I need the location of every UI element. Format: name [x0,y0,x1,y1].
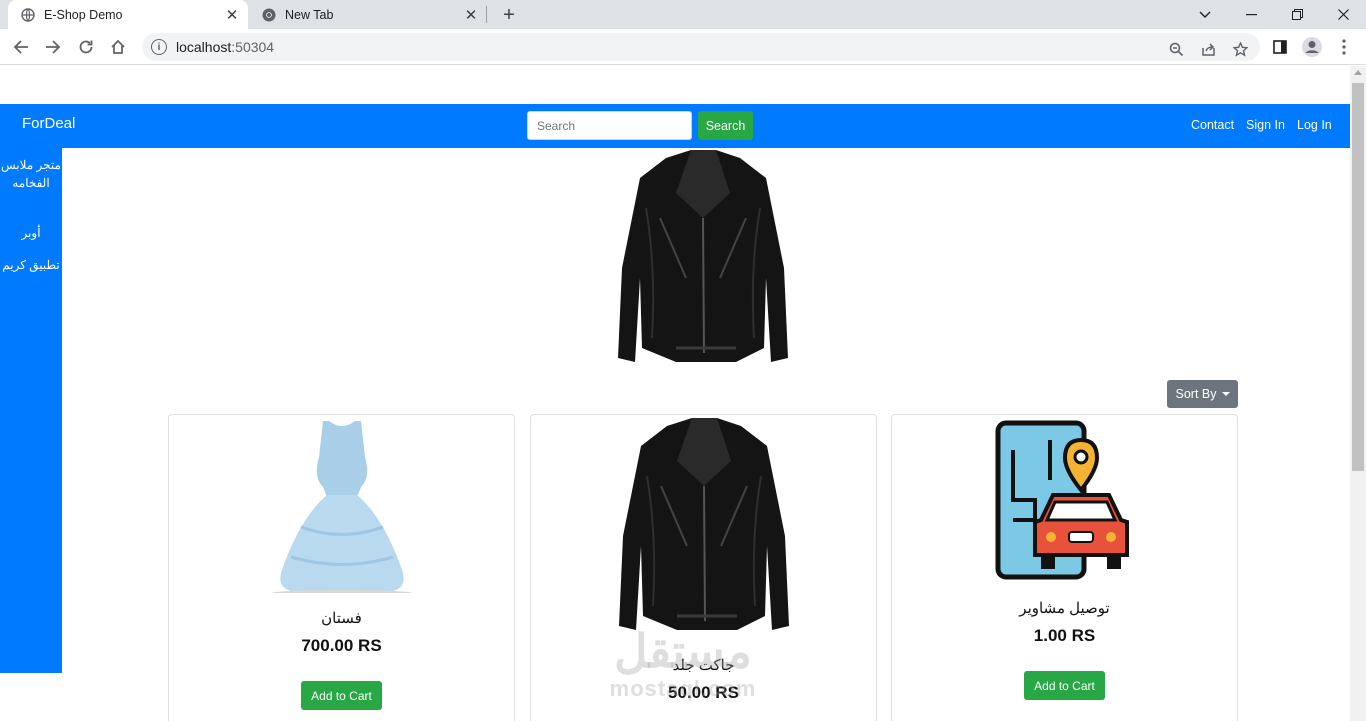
bookmark-star-icon[interactable] [1231,40,1249,58]
tab-new-tab[interactable]: New Tab ✕ [249,0,487,29]
product-card: جاكت جلد 50.00 RS [530,414,877,721]
sort-by-label: Sort By [1175,387,1217,401]
caret-down-icon [1221,392,1230,396]
search-button[interactable]: Search [698,111,753,140]
nav-link-log-in[interactable]: Log In [1297,118,1332,132]
product-image-delivery-app[interactable] [995,420,1135,580]
close-tab-icon[interactable]: ✕ [461,5,481,25]
scroll-up-arrow-icon[interactable] [1354,70,1362,75]
product-image-leather-jacket[interactable] [617,416,791,640]
restore-icon[interactable] [1274,0,1320,29]
tab-title: E-Shop Demo [44,7,123,22]
zoom-icon[interactable] [1167,40,1185,58]
page-scrollbar[interactable] [1350,66,1366,721]
nav-link-contact[interactable]: Contact [1191,118,1234,132]
share-icon[interactable] [1199,40,1217,58]
add-to-cart-button[interactable]: Add to Cart [1024,671,1105,700]
sort-by-dropdown[interactable]: Sort By [1167,380,1238,408]
product-card: توصيل مشاوير 1.00 RS Add to Cart [891,414,1238,721]
category-sidebar: متجر ملابس الفخامه أوبر تطبيق كريم [0,148,62,673]
url-text: localhost:50304 [176,39,275,55]
profile-avatar-icon[interactable] [1297,32,1327,62]
brand-logo[interactable]: ForDeal [22,115,75,132]
forward-icon[interactable] [38,32,68,62]
nav-link-sign-in[interactable]: Sign In [1246,118,1285,132]
chrome-icon [261,7,277,23]
new-tab-icon[interactable]: + [496,2,522,28]
tab-title: New Tab [285,7,334,22]
page-viewport: ForDeal Search Search Contact Sign In Lo… [0,66,1350,721]
browser-tabbar: E-Shop Demo ✕ New Tab ✕ + [0,0,1366,29]
tab-search-icon[interactable] [1182,0,1228,29]
product-name: فستان [321,610,362,627]
scrollbar-thumb[interactable] [1352,83,1364,471]
site-info-icon[interactable]: i [151,39,167,55]
back-icon[interactable] [6,32,36,62]
product-name: جاكت جلد [672,657,735,674]
home-icon[interactable] [103,32,133,62]
sidebar-item-careem[interactable]: تطبيق كريم [0,256,62,274]
hero-leather-jacket-image [616,148,790,372]
menu-kebab-icon[interactable] [1329,32,1359,62]
product-card: فستان 700.00 RS Add to Cart [168,414,515,721]
product-name: توصيل مشاوير [1019,600,1110,617]
tab-eshop-demo[interactable]: E-Shop Demo ✕ [8,0,248,29]
search-input[interactable]: Search [527,111,692,140]
address-bar[interactable]: i localhost:50304 [142,33,1260,61]
sidebar-item-uber[interactable]: أوبر [0,224,62,242]
minimize-icon[interactable] [1228,0,1274,29]
close-window-icon[interactable] [1320,0,1366,29]
site-navbar: ForDeal Search Search Contact Sign In Lo… [0,104,1350,148]
close-tab-icon[interactable]: ✕ [222,5,242,25]
product-price: 1.00 RS [1033,626,1096,645]
globe-icon [20,7,36,23]
sidebar-item-luxury-clothes[interactable]: متجر ملابس الفخامه [0,156,62,192]
reload-icon[interactable] [71,32,101,62]
tab-divider [486,6,487,23]
product-price: 700.00 RS [301,636,382,655]
product-price: 50.00 RS [668,683,739,702]
side-panel-icon[interactable] [1265,32,1295,62]
browser-toolbar: i localhost:50304 [0,29,1366,65]
product-image-dress[interactable] [261,417,423,596]
add-to-cart-button[interactable]: Add to Cart [301,681,382,710]
